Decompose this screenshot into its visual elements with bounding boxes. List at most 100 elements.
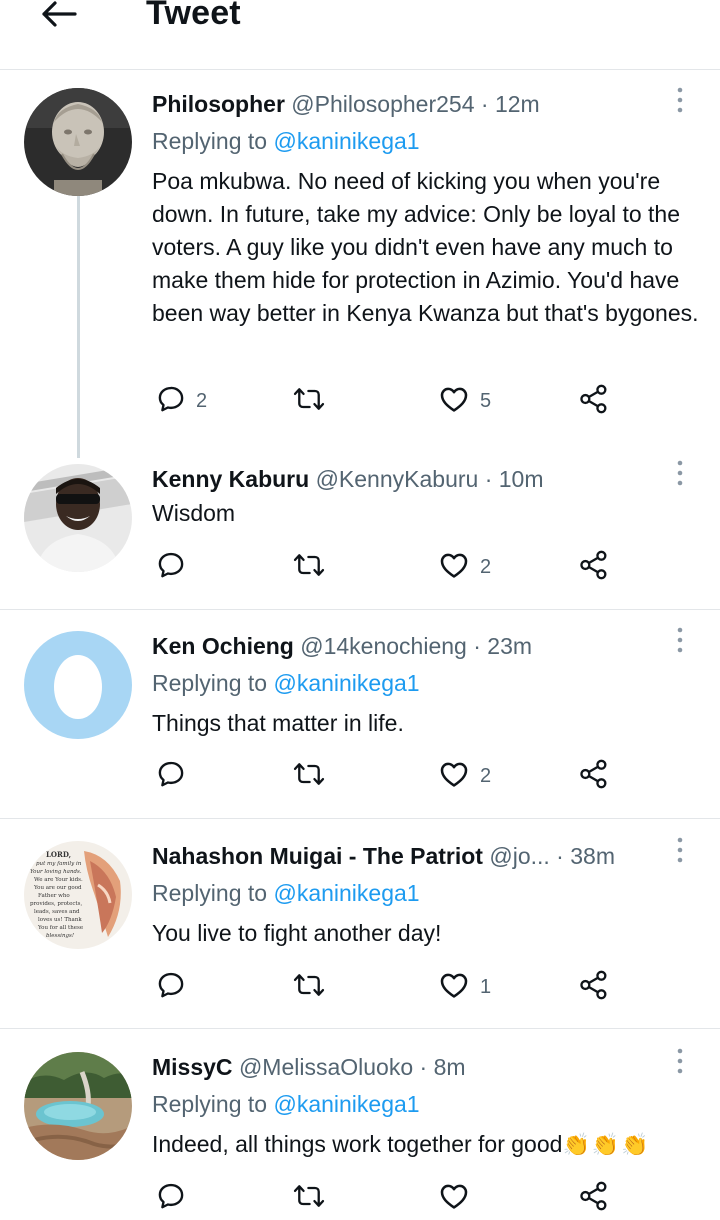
more-options-button[interactable] xyxy=(664,626,696,658)
display-name[interactable]: Philosopher xyxy=(152,91,285,117)
user-handle[interactable]: @MelissaOluoko xyxy=(239,1054,413,1080)
tweet-text: Indeed, all things work together for goo… xyxy=(152,1128,700,1161)
user-handle[interactable]: @KennyKaburu xyxy=(316,466,479,492)
more-vertical-icon xyxy=(676,1045,684,1082)
tweet-actions xyxy=(152,1178,622,1218)
reply-button[interactable]: 2 xyxy=(156,381,207,421)
avatar-text: We are Your kids. xyxy=(34,877,83,883)
like-count: 2 xyxy=(480,764,492,787)
tweet-header: Kenny Kaburu @KennyKaburu · 10m xyxy=(152,463,544,495)
avatar-text: loves us! Thank xyxy=(38,917,82,923)
more-vertical-icon xyxy=(676,834,684,871)
like-button[interactable] xyxy=(438,1178,470,1218)
timestamp[interactable]: 10m xyxy=(499,466,544,492)
separator-dot: · xyxy=(556,843,564,869)
replying-to-label: Replying to xyxy=(152,880,268,906)
like-button[interactable]: 2 xyxy=(438,547,491,587)
mention-link[interactable]: @kaninikega1 xyxy=(273,1091,419,1117)
more-vertical-icon xyxy=(676,84,684,121)
reply-button[interactable] xyxy=(156,547,186,587)
like-button[interactable]: 2 xyxy=(438,756,491,796)
avatar-text: put my family in xyxy=(36,861,82,867)
retweet-button[interactable] xyxy=(292,756,326,796)
like-button[interactable]: 1 xyxy=(438,967,491,1007)
reply-button[interactable] xyxy=(156,967,186,1007)
display-name[interactable]: Kenny Kaburu xyxy=(152,466,309,492)
user-handle[interactable]: @jo... xyxy=(489,843,549,869)
tweet-actions: 1 xyxy=(152,967,622,1007)
avatar-text: provides, protects, xyxy=(30,901,82,907)
mention-link[interactable]: @kaninikega1 xyxy=(273,880,419,906)
share-button[interactable] xyxy=(578,967,610,1007)
speech-bubble-icon xyxy=(156,970,186,1005)
more-options-button[interactable] xyxy=(664,1047,696,1079)
heart-icon xyxy=(438,1180,470,1217)
share-icon xyxy=(578,1180,610,1217)
retweet-button[interactable] xyxy=(292,1178,326,1218)
like-button[interactable]: 5 xyxy=(438,381,491,421)
speech-bubble-icon xyxy=(156,1181,186,1216)
user-handle[interactable]: @Philosopher254 xyxy=(291,91,474,117)
retweet-icon xyxy=(292,384,326,419)
retweet-button[interactable] xyxy=(292,381,326,421)
retweet-icon xyxy=(292,970,326,1005)
avatar[interactable] xyxy=(24,1052,132,1160)
share-button[interactable] xyxy=(578,756,610,796)
thread-connector-line xyxy=(77,196,80,458)
share-button[interactable] xyxy=(578,381,610,421)
mention-link[interactable]: @kaninikega1 xyxy=(273,128,419,154)
tweet-divider xyxy=(0,609,720,610)
share-button[interactable] xyxy=(578,547,610,587)
timestamp[interactable]: 23m xyxy=(487,633,532,659)
mention-link[interactable]: @kaninikega1 xyxy=(273,670,419,696)
reply-button[interactable] xyxy=(156,1178,186,1218)
tweet-text: Things that matter in life. xyxy=(152,710,404,736)
timestamp[interactable]: 12m xyxy=(495,91,540,117)
speech-bubble-icon xyxy=(156,384,186,419)
retweet-button[interactable] xyxy=(292,547,326,587)
speech-bubble-icon xyxy=(156,550,186,585)
tweet-text: Poa mkubwa. No need of kicking you when … xyxy=(152,168,699,326)
more-options-button[interactable] xyxy=(664,86,696,118)
avatar[interactable] xyxy=(24,631,132,739)
timestamp[interactable]: 38m xyxy=(570,843,615,869)
share-icon xyxy=(578,383,610,420)
tweet-text: You live to fight another day! xyxy=(152,920,442,946)
display-name[interactable]: Nahashon Muigai - The Patriot xyxy=(152,843,483,869)
replying-to-line: Replying to @kaninikega1 xyxy=(152,877,420,909)
share-button[interactable] xyxy=(578,1178,610,1218)
avatar[interactable] xyxy=(24,88,132,196)
avatar-text: leads, saves and xyxy=(34,909,80,915)
reply-button[interactable] xyxy=(156,756,186,796)
clapping-hands-emoji: 👏👏👏 xyxy=(562,1132,651,1157)
arrow-left-icon xyxy=(39,0,79,33)
top-bar: Tweet xyxy=(0,0,720,70)
retweet-icon xyxy=(292,1181,326,1216)
like-count: 2 xyxy=(480,555,492,578)
retweet-icon xyxy=(292,759,326,794)
separator-dot: · xyxy=(480,91,489,117)
retweet-button[interactable] xyxy=(292,967,326,1007)
display-name[interactable]: Ken Ochieng xyxy=(152,633,294,659)
reply-count: 2 xyxy=(196,389,208,412)
separator-dot: · xyxy=(484,466,493,492)
more-options-button[interactable] xyxy=(664,836,696,868)
avatar-text: You for all these xyxy=(37,925,83,931)
more-options-button[interactable] xyxy=(664,459,696,491)
avatar[interactable]: LORD, put my family in Your loving hands… xyxy=(24,841,132,949)
tweet-header: Philosopher @Philosopher254 · 12m xyxy=(152,88,540,120)
like-count: 5 xyxy=(480,389,492,412)
tweet-header: Nahashon Muigai - The Patriot @jo... · 3… xyxy=(152,840,615,872)
heart-icon xyxy=(438,383,470,420)
tweet-actions: 2 xyxy=(152,756,622,796)
avatar[interactable] xyxy=(24,464,132,572)
replying-to-line: Replying to @kaninikega1 xyxy=(152,667,420,699)
timestamp[interactable]: 8m xyxy=(434,1054,466,1080)
display-name[interactable]: MissyC xyxy=(152,1054,233,1080)
tweet-header: Ken Ochieng @14kenochieng · 23m xyxy=(152,630,532,662)
user-handle[interactable]: @14kenochieng xyxy=(300,633,467,659)
tweet-text: Wisdom xyxy=(152,500,236,526)
avatar-text: blessings! xyxy=(46,933,74,939)
replying-to-label: Replying to xyxy=(152,670,268,696)
back-button[interactable] xyxy=(36,0,82,32)
